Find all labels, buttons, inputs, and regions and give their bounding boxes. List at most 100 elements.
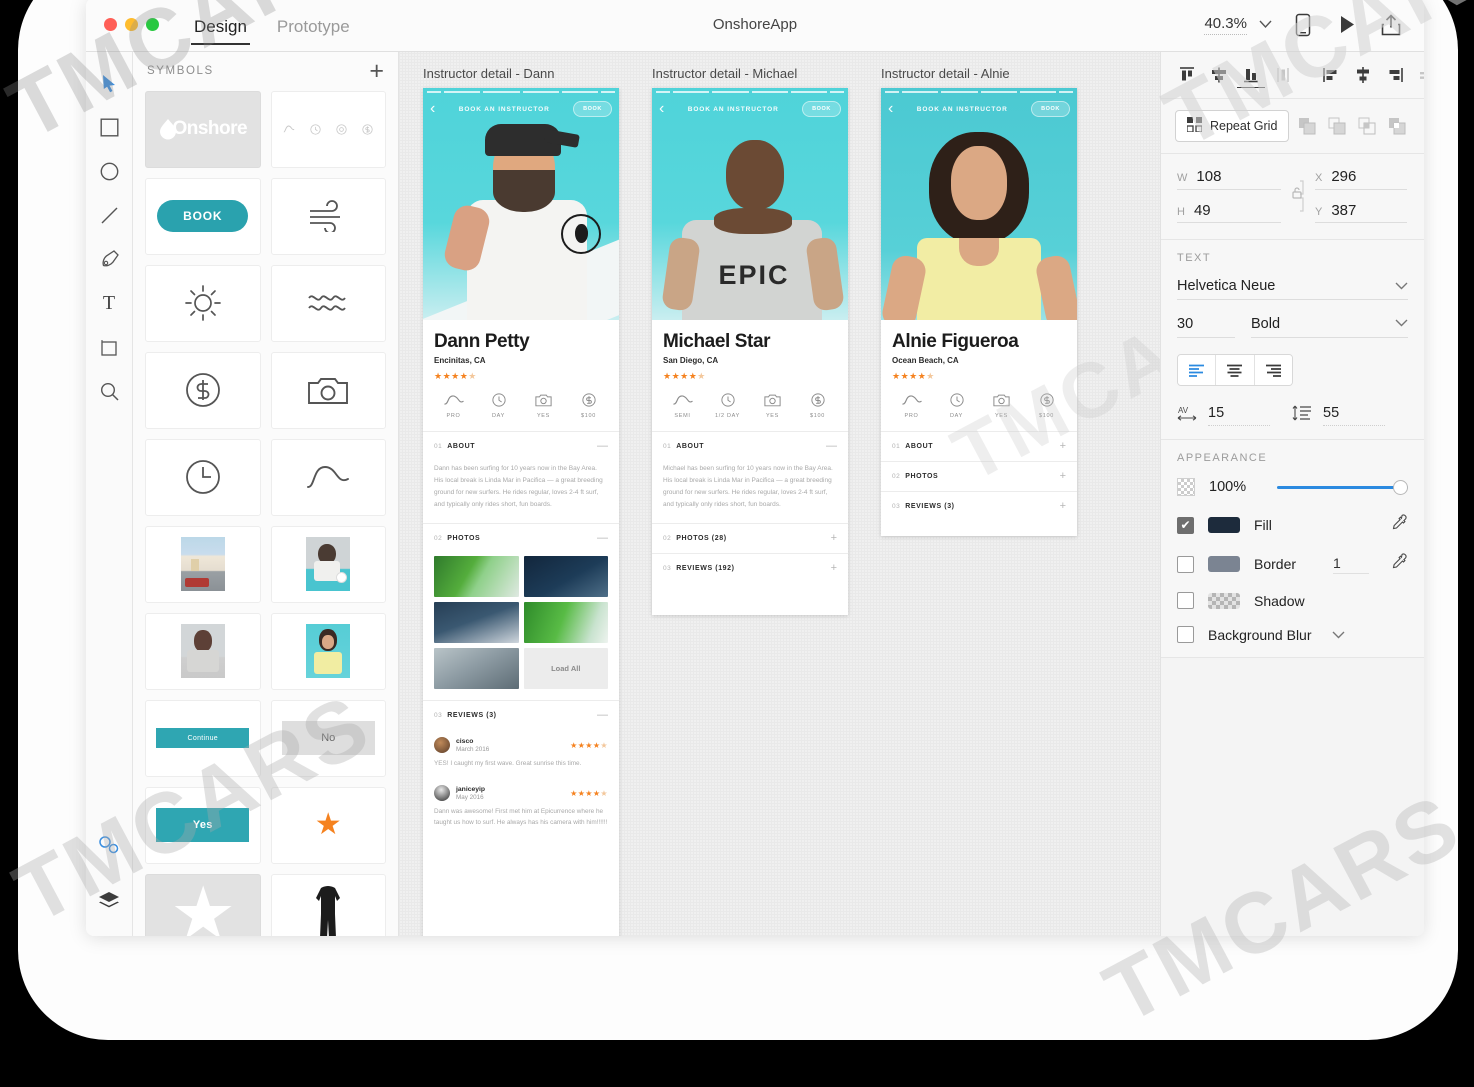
photo-thumb[interactable]	[434, 602, 519, 643]
x-field[interactable]: X 296	[1315, 168, 1407, 190]
expand-icon[interactable]: +	[831, 563, 837, 574]
boolean-intersect-icon[interactable]	[1354, 113, 1380, 139]
book-button[interactable]: BOOK	[573, 101, 612, 117]
symbol-waves-icon[interactable]	[270, 264, 386, 342]
shadow-checkbox[interactable]	[1177, 592, 1194, 609]
font-family-select[interactable]: Helvetica Neue	[1177, 278, 1408, 300]
y-value[interactable]: 387	[1331, 202, 1356, 219]
artboard-canvas[interactable]: ‹ BOOK AN INSTRUCTOR BOOK Alnie Figueroa…	[881, 88, 1077, 536]
section-reviews[interactable]: 03 REVIEWS (192) +	[652, 553, 848, 583]
section-reviews[interactable]: 03 REVIEWS (3) —	[423, 700, 619, 730]
eyedropper-icon[interactable]	[1391, 553, 1408, 575]
distribute-vertical-icon[interactable]	[1349, 62, 1377, 88]
eyedropper-icon[interactable]	[1391, 514, 1408, 536]
artboard-title[interactable]: Instructor detail - Alnie	[881, 66, 1077, 81]
align-right-icon[interactable]	[1381, 62, 1409, 88]
symbol-clock-icon[interactable]	[145, 438, 261, 516]
align-horizontal-center-icon[interactable]	[1269, 62, 1297, 88]
x-value[interactable]: 296	[1331, 168, 1356, 185]
select-tool[interactable]	[92, 66, 126, 100]
align-top-icon[interactable]	[1173, 62, 1201, 88]
artboard-alnie[interactable]: Instructor detail - Alnie ‹ BOOK AN INST…	[881, 66, 1077, 536]
rectangle-tool[interactable]	[92, 110, 126, 144]
boolean-exclude-icon[interactable]	[1384, 113, 1410, 139]
width-field[interactable]: W 108	[1177, 168, 1281, 190]
height-field[interactable]: H 49	[1177, 202, 1281, 223]
align-text-center-icon[interactable]	[1216, 355, 1255, 385]
border-checkbox[interactable]	[1177, 555, 1194, 573]
artboard-title[interactable]: Instructor detail - Dann	[423, 66, 619, 81]
y-field[interactable]: Y 387	[1315, 202, 1407, 223]
font-size-value[interactable]: 30	[1177, 316, 1235, 338]
artboard-tool[interactable]	[92, 330, 126, 364]
section-about[interactable]: 01 ABOUT +	[881, 430, 1077, 461]
symbol-icon-row[interactable]	[270, 90, 386, 168]
fill-checkbox[interactable]: ✔	[1177, 516, 1194, 534]
repeat-grid-button[interactable]: Repeat Grid	[1175, 110, 1290, 142]
expand-icon[interactable]: +	[1060, 470, 1066, 482]
symbol-surfer-dann-photo[interactable]	[270, 525, 386, 603]
add-symbol-button[interactable]: +	[369, 58, 384, 84]
font-weight-select[interactable]: Bold	[1251, 316, 1408, 338]
expand-icon[interactable]: +	[831, 533, 837, 544]
align-vertical-center-icon[interactable]	[1205, 62, 1233, 88]
boolean-subtract-icon[interactable]	[1324, 113, 1350, 139]
line-tool[interactable]	[92, 198, 126, 232]
letter-spacing-value[interactable]: 15	[1208, 405, 1270, 426]
align-text-right-icon[interactable]	[1254, 355, 1292, 385]
background-blur-checkbox[interactable]	[1177, 626, 1194, 643]
photo-thumb[interactable]	[434, 556, 519, 597]
symbol-storefront-photo[interactable]	[145, 525, 261, 603]
zoom-tool[interactable]	[92, 374, 126, 408]
shadow-swatch[interactable]	[1208, 592, 1240, 609]
symbol-wave-icon[interactable]	[270, 438, 386, 516]
opacity-value[interactable]: 100%	[1209, 479, 1263, 495]
section-photos[interactable]: 02 PHOTOS (28) +	[652, 523, 848, 553]
collapse-icon[interactable]: —	[597, 710, 608, 721]
artboard-canvas[interactable]: EPIC ‹ BOOK AN INSTRUCTOR BOOK Michael S…	[652, 88, 848, 615]
line-height-value[interactable]: 55	[1323, 405, 1385, 426]
collapse-icon[interactable]: —	[826, 440, 837, 452]
section-photos[interactable]: 02 PHOTOS +	[881, 460, 1077, 491]
symbol-wetsuit[interactable]	[270, 873, 386, 936]
symbol-onshore-logo[interactable]: Onshore	[145, 90, 261, 168]
height-value[interactable]: 49	[1194, 202, 1211, 219]
symbol-wind-icon[interactable]	[270, 177, 386, 255]
symbol-no-button[interactable]: No	[270, 699, 386, 777]
book-button[interactable]: BOOK	[1031, 101, 1070, 117]
pen-tool[interactable]	[92, 242, 126, 276]
chevron-down-icon[interactable]	[1332, 628, 1345, 642]
fill-swatch[interactable]	[1208, 517, 1240, 533]
boolean-add-icon[interactable]	[1294, 113, 1320, 139]
distribute-horizontal-icon[interactable]	[1413, 62, 1424, 88]
border-width-value[interactable]: 1	[1333, 555, 1369, 574]
photo-thumb[interactable]	[523, 556, 608, 597]
letter-spacing-field[interactable]: AV 15	[1177, 404, 1270, 427]
symbol-dollar-icon[interactable]	[145, 351, 261, 429]
symbol-sun-icon[interactable]	[145, 264, 261, 342]
align-text-left-icon[interactable]	[1178, 355, 1217, 385]
symbol-continue-button[interactable]: Continue	[145, 699, 261, 777]
load-all-button[interactable]: Load All	[523, 648, 608, 689]
line-height-field[interactable]: 55	[1292, 404, 1385, 427]
artboard-michael[interactable]: Instructor detail - Michael EPIC ‹ BOOK …	[652, 66, 848, 615]
section-about[interactable]: 01 ABOUT —	[423, 430, 619, 461]
opacity-slider[interactable]	[1277, 479, 1408, 495]
expand-icon[interactable]: +	[1060, 440, 1066, 452]
artboard-title[interactable]: Instructor detail - Michael	[652, 66, 848, 81]
align-left-icon[interactable]	[1317, 62, 1345, 88]
text-tool[interactable]: T	[92, 286, 126, 320]
symbol-book-button[interactable]: BOOK	[145, 177, 261, 255]
photo-thumb[interactable]	[523, 602, 608, 643]
collapse-icon[interactable]: —	[597, 533, 608, 544]
symbols-tool[interactable]	[92, 828, 126, 862]
ellipse-tool[interactable]	[92, 154, 126, 188]
symbol-star-card[interactable]: ★	[145, 873, 261, 936]
collapse-icon[interactable]: —	[597, 440, 608, 452]
align-bottom-icon[interactable]	[1237, 62, 1265, 88]
book-button[interactable]: BOOK	[802, 101, 841, 117]
width-value[interactable]: 108	[1196, 168, 1221, 185]
symbol-surfer-alnie-photo[interactable]	[270, 612, 386, 690]
layers-tool[interactable]	[92, 884, 126, 918]
border-swatch[interactable]	[1208, 556, 1240, 572]
